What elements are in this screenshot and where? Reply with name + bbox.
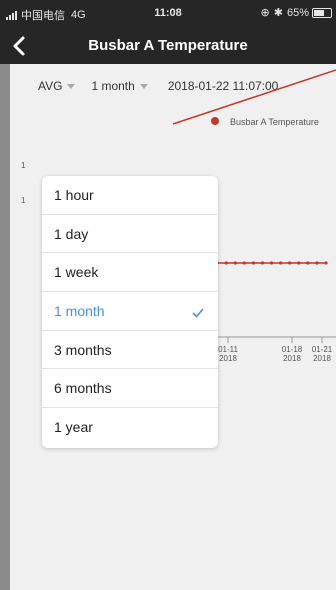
range-option[interactable]: 1 hour — [42, 176, 218, 215]
range-option-label: 1 month — [54, 302, 105, 319]
data-point — [269, 261, 274, 265]
nav-bar: Busbar A Temperature — [0, 28, 336, 64]
status-right: ⊕ ✱ 65% — [257, 6, 332, 19]
screen-body: AVG 1 month 2018-01-22 11:07:00 Busbar A… — [0, 64, 336, 590]
battery-percent: 65% — [286, 6, 309, 19]
range-option-label: 1 day — [54, 225, 89, 242]
battery-fill — [314, 9, 325, 16]
range-option-label: 1 week — [54, 264, 99, 281]
x-ticks: 01-11 2018 01-18 2018 01-21 2018 — [218, 337, 333, 363]
series-group — [206, 261, 328, 265]
x-tick-label: 01-18 2018 — [282, 345, 303, 363]
range-dropdown-menu: 1 hour 1 day 1 week 1 month 3 months 6 months… — [42, 176, 218, 448]
bluetooth-icon: ✱ — [273, 7, 283, 19]
data-point — [251, 261, 255, 265]
checkmark-icon — [192, 305, 204, 321]
range-option[interactable]: 1 day — [42, 215, 218, 254]
y-tick-label: 1 — [21, 161, 26, 170]
data-point — [297, 261, 301, 265]
data-point — [306, 261, 310, 265]
battery-icon — [312, 7, 332, 18]
range-option-label: 6 months — [54, 380, 112, 397]
chart-panel: AVG 1 month 2018-01-22 11:07:00 Busbar A… — [10, 64, 336, 590]
y-tick-label: 1 — [21, 196, 26, 205]
data-point — [315, 261, 319, 265]
range-option[interactable]: 3 months — [42, 331, 218, 370]
range-option-label: 1 hour — [54, 186, 94, 203]
data-point — [324, 261, 328, 265]
legend-label: Busbar A Temperature — [230, 117, 319, 127]
page-title: Busbar A Temperature — [88, 37, 248, 54]
annotation-pointer-line — [172, 69, 336, 125]
range-option[interactable]: 1 month — [42, 292, 218, 331]
x-tick-label: 01-21 2018 — [312, 345, 333, 363]
legend-marker — [211, 117, 219, 125]
range-option[interactable]: 1 year — [42, 408, 218, 447]
status-bar: 中国电信 4G 11:08 ⊕ ✱ 65% — [0, 0, 336, 28]
data-point — [260, 261, 265, 265]
data-point — [242, 261, 246, 265]
range-option[interactable]: 6 months — [42, 369, 218, 409]
location-icon: ⊕ — [260, 7, 270, 19]
range-option-label: 3 months — [54, 341, 112, 358]
x-tick-label: 01-11 2018 — [218, 345, 238, 363]
data-point — [224, 261, 228, 265]
range-option[interactable]: 1 week — [42, 253, 218, 293]
data-point — [233, 261, 237, 265]
data-point — [279, 261, 283, 265]
data-point — [288, 261, 292, 265]
range-option-label: 1 year — [54, 419, 93, 436]
